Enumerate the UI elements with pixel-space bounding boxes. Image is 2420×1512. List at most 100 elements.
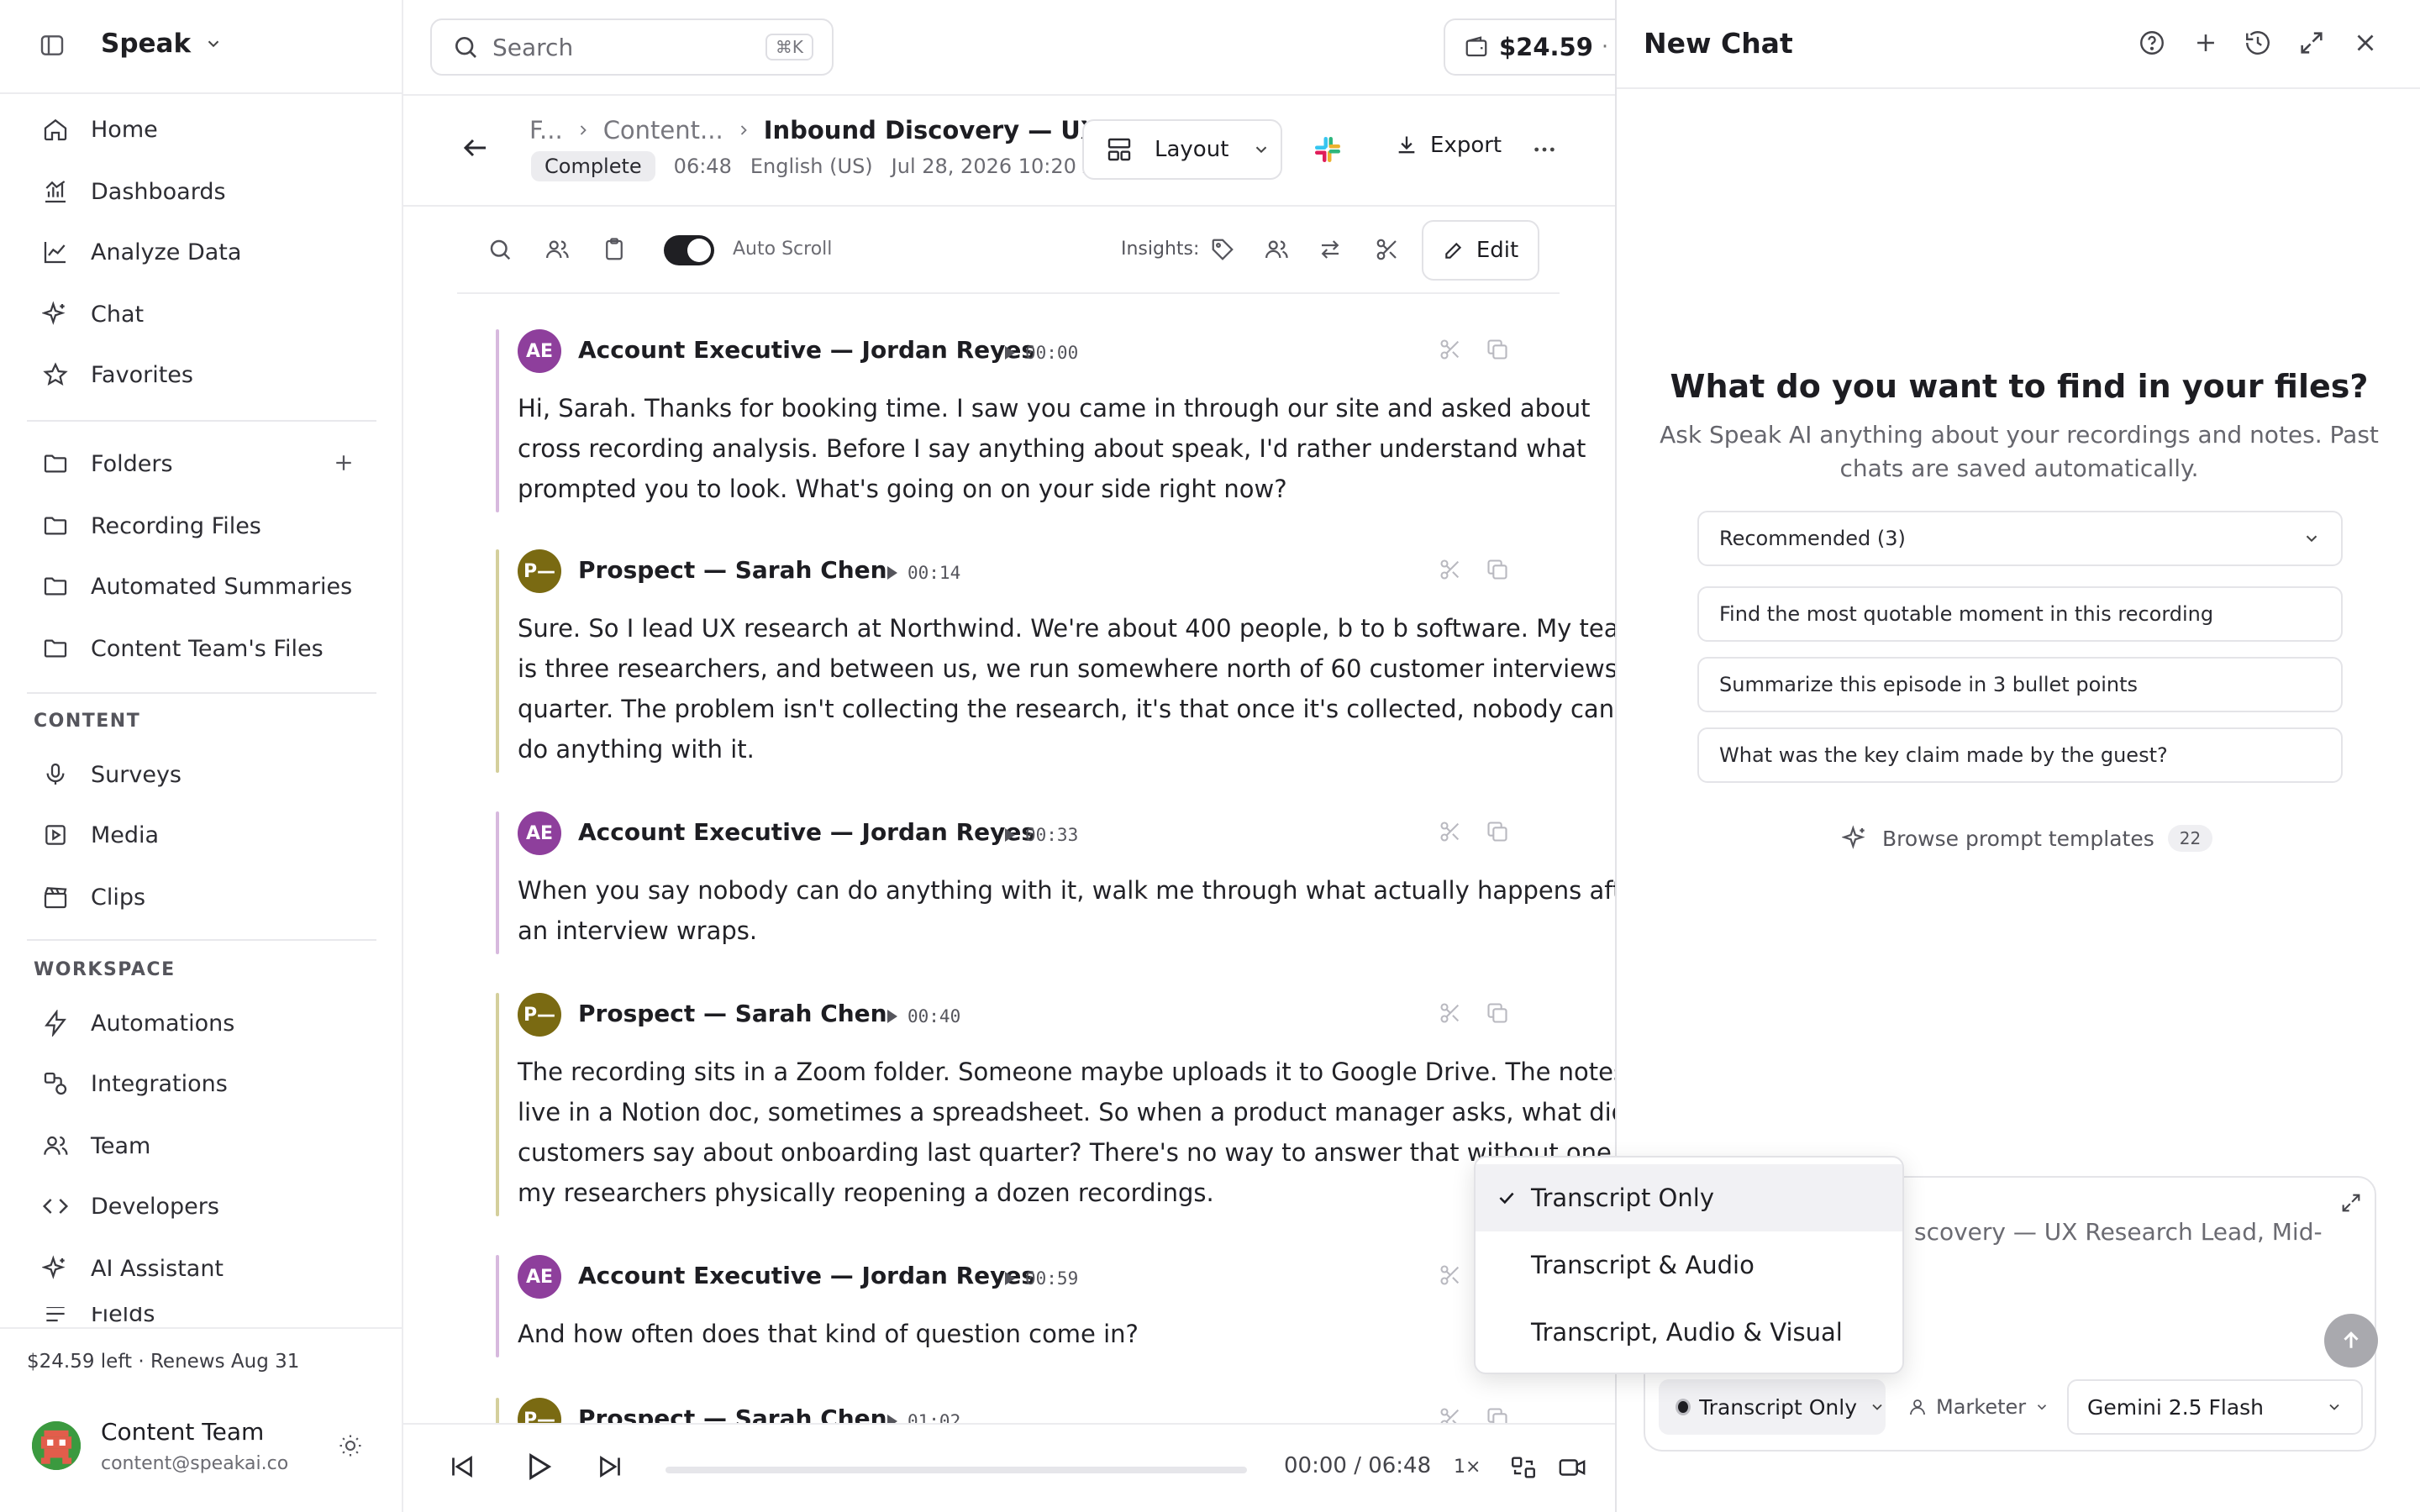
- persona-select[interactable]: Marketer: [1907, 1379, 2049, 1435]
- transcript-text: When you say nobody can do anything with…: [518, 870, 1615, 951]
- chat-heading: What do you want to find in your files?: [1670, 368, 2369, 405]
- mode-menu: Transcript Only Transcript & Audio Trans…: [1474, 1156, 1904, 1374]
- layout-switch-icon[interactable]: [1509, 1453, 1538, 1482]
- composer-input[interactable]: scovery — UX Research Lead, Mid-: [1914, 1218, 2323, 1246]
- speaker-bar: [496, 549, 499, 773]
- speaker-name[interactable]: Prospect — Sarah Chen: [578, 1000, 887, 1027]
- transcript-segment: AE Account Executive — Jordan Reyes 00:59 A…: [496, 1255, 1529, 1357]
- clip-scissors-icon[interactable]: [1439, 1406, 1462, 1423]
- timestamp-play[interactable]: 00:40: [887, 1006, 960, 1026]
- chat-subtitle: Ask Speak AI anything about your recordi…: [1617, 418, 2420, 486]
- suggestion-chip[interactable]: Find the most quotable moment in this re…: [1697, 586, 2343, 642]
- timestamp-play[interactable]: 00:14: [887, 563, 960, 583]
- speaker-bar: [496, 811, 499, 954]
- skip-back-icon[interactable]: [447, 1452, 477, 1482]
- transcript-segment: P— Prospect — Sarah Chen 00:14 Sure. So I l…: [496, 549, 1615, 773]
- copy-icon[interactable]: [1486, 1001, 1509, 1025]
- transcript-line: do anything with it.: [518, 735, 755, 764]
- mode-menu-label: Transcript, Audio & Visual: [1531, 1318, 1843, 1347]
- speaker-name[interactable]: Prospect — Sarah Chen: [578, 556, 887, 584]
- chevron-down-icon: [2302, 529, 2321, 548]
- transcript-line: The recording sits in a Zoom folder. Som…: [518, 1058, 1615, 1086]
- transcript-segment: AE Account Executive — Jordan Reyes 00:33 W…: [496, 811, 1615, 954]
- timestamp-play[interactable]: 01:02: [887, 1411, 960, 1423]
- recommended-dropdown[interactable]: Recommended (3): [1697, 511, 2343, 566]
- timestamp-play[interactable]: 00:59: [1005, 1268, 1078, 1289]
- avatar: [32, 1421, 81, 1470]
- transcript-line: And how often does that kind of question…: [518, 1320, 1139, 1348]
- suggestion-chip[interactable]: What was the key claim made by the guest…: [1697, 727, 2343, 783]
- expand-icon[interactable]: [2297, 29, 2326, 57]
- playback-speed[interactable]: 1×: [1454, 1457, 1481, 1478]
- timestamp-play[interactable]: 00:00: [1005, 343, 1078, 363]
- play-small-icon: [887, 566, 897, 580]
- speaker-name[interactable]: Prospect — Sarah Chen: [578, 1404, 887, 1423]
- transcript-text: Sure. So I lead UX research at Northwind…: [518, 608, 1615, 769]
- speaker-bar: [496, 1255, 499, 1357]
- transcript-line: prompted you to look. What's going on on…: [518, 475, 1287, 503]
- clip-scissors-icon[interactable]: [1439, 820, 1462, 843]
- clip-scissors-icon[interactable]: [1439, 1001, 1462, 1025]
- copy-icon[interactable]: [1486, 1406, 1509, 1423]
- player-bar: 00:00 / 06:48 1×: [403, 1425, 1615, 1512]
- clip-scissors-icon[interactable]: [1439, 1263, 1462, 1287]
- close-icon[interactable]: [2351, 29, 2380, 57]
- transcript-segment: AE Account Executive — Jordan Reyes 00:00 H…: [496, 329, 1591, 512]
- skip-forward-icon[interactable]: [595, 1452, 625, 1482]
- transcript: AE Account Executive — Jordan Reyes 00:00 H…: [0, 0, 1615, 1423]
- clip-scissors-icon[interactable]: [1439, 558, 1462, 581]
- playback-time: 00:00 / 06:48: [1284, 1453, 1432, 1478]
- transcript-line: is three researchers, and between us, we…: [518, 654, 1615, 683]
- history-icon[interactable]: [2244, 29, 2272, 57]
- mode-select[interactable]: Transcript Only: [1659, 1379, 1886, 1435]
- arrow-up-icon: [2338, 1328, 2364, 1353]
- theme-toggle-icon[interactable]: [338, 1433, 363, 1458]
- suggestion-chip[interactable]: Summarize this episode in 3 bullet point…: [1697, 657, 2343, 712]
- mode-menu-item[interactable]: Transcript & Audio: [1476, 1231, 1902, 1299]
- copy-icon[interactable]: [1486, 820, 1509, 843]
- transcript-segment: P— Prospect — Sarah Chen 01:02: [496, 1398, 1529, 1423]
- chat-subtitle-line: Ask Speak AI anything about your recordi…: [1660, 421, 2379, 449]
- transcript-line: customers say about onboarding last quar…: [518, 1138, 1615, 1167]
- transcript-line: When you say nobody can do anything with…: [518, 876, 1615, 905]
- speaker-name[interactable]: Account Executive — Jordan Reyes: [578, 1262, 1035, 1289]
- speaker-name[interactable]: Account Executive — Jordan Reyes: [578, 818, 1035, 846]
- model-select[interactable]: Gemini 2.5 Flash: [2067, 1379, 2363, 1435]
- timestamp-play[interactable]: 00:33: [1005, 825, 1078, 845]
- transcript-text: The recording sits in a Zoom folder. Som…: [518, 1052, 1615, 1213]
- chat-title: New Chat: [1644, 27, 1793, 60]
- clip-scissors-icon[interactable]: [1439, 338, 1462, 361]
- transcript-text: Hi, Sarah. Thanks for booking time. I sa…: [518, 388, 1591, 509]
- play-small-icon: [887, 1010, 897, 1023]
- transcript-line: my researchers physically reopening a do…: [518, 1179, 1214, 1207]
- transcript-segment: P— Prospect — Sarah Chen 00:40 The recordin…: [496, 993, 1615, 1216]
- speaker-bar: [496, 329, 499, 512]
- new-chat-icon[interactable]: [2191, 29, 2220, 57]
- speaker-name[interactable]: Account Executive — Jordan Reyes: [578, 336, 1035, 364]
- copy-icon[interactable]: [1486, 338, 1509, 361]
- help-icon[interactable]: [2138, 29, 2166, 57]
- play-small-icon: [1005, 1272, 1015, 1285]
- progress-track[interactable]: [666, 1467, 1247, 1473]
- timestamp: 00:00: [1025, 343, 1079, 363]
- speaker-avatar: P—: [518, 1398, 561, 1423]
- transcript-line: Hi, Sarah. Thanks for booking time. I sa…: [518, 394, 1591, 423]
- chevron-down-icon: [2326, 1399, 2343, 1415]
- play-small-icon: [1005, 828, 1015, 842]
- mode-menu-item[interactable]: Transcript, Audio & Visual: [1476, 1299, 1902, 1366]
- transcript-line: an interview wraps.: [518, 916, 758, 945]
- mode-menu-item[interactable]: Transcript Only: [1476, 1164, 1902, 1231]
- send-button[interactable]: [2324, 1314, 2378, 1368]
- copy-icon[interactable]: [1486, 558, 1509, 581]
- transcript-line: quarter. The problem isn't collecting th…: [518, 695, 1615, 723]
- mode-menu-label: Transcript & Audio: [1531, 1251, 1754, 1279]
- template-count-badge: 22: [2167, 825, 2213, 852]
- video-icon[interactable]: [1558, 1453, 1586, 1482]
- expand-composer-icon[interactable]: [2339, 1191, 2363, 1215]
- browse-templates-button[interactable]: Browse prompt templates 22: [1842, 825, 2213, 852]
- play-small-icon: [1005, 346, 1015, 360]
- play-icon[interactable]: [521, 1450, 555, 1483]
- speaker-avatar: AE: [518, 329, 561, 373]
- sparkle-icon: [1842, 825, 1869, 852]
- transcript-line: cross recording analysis. Before I say a…: [518, 434, 1586, 463]
